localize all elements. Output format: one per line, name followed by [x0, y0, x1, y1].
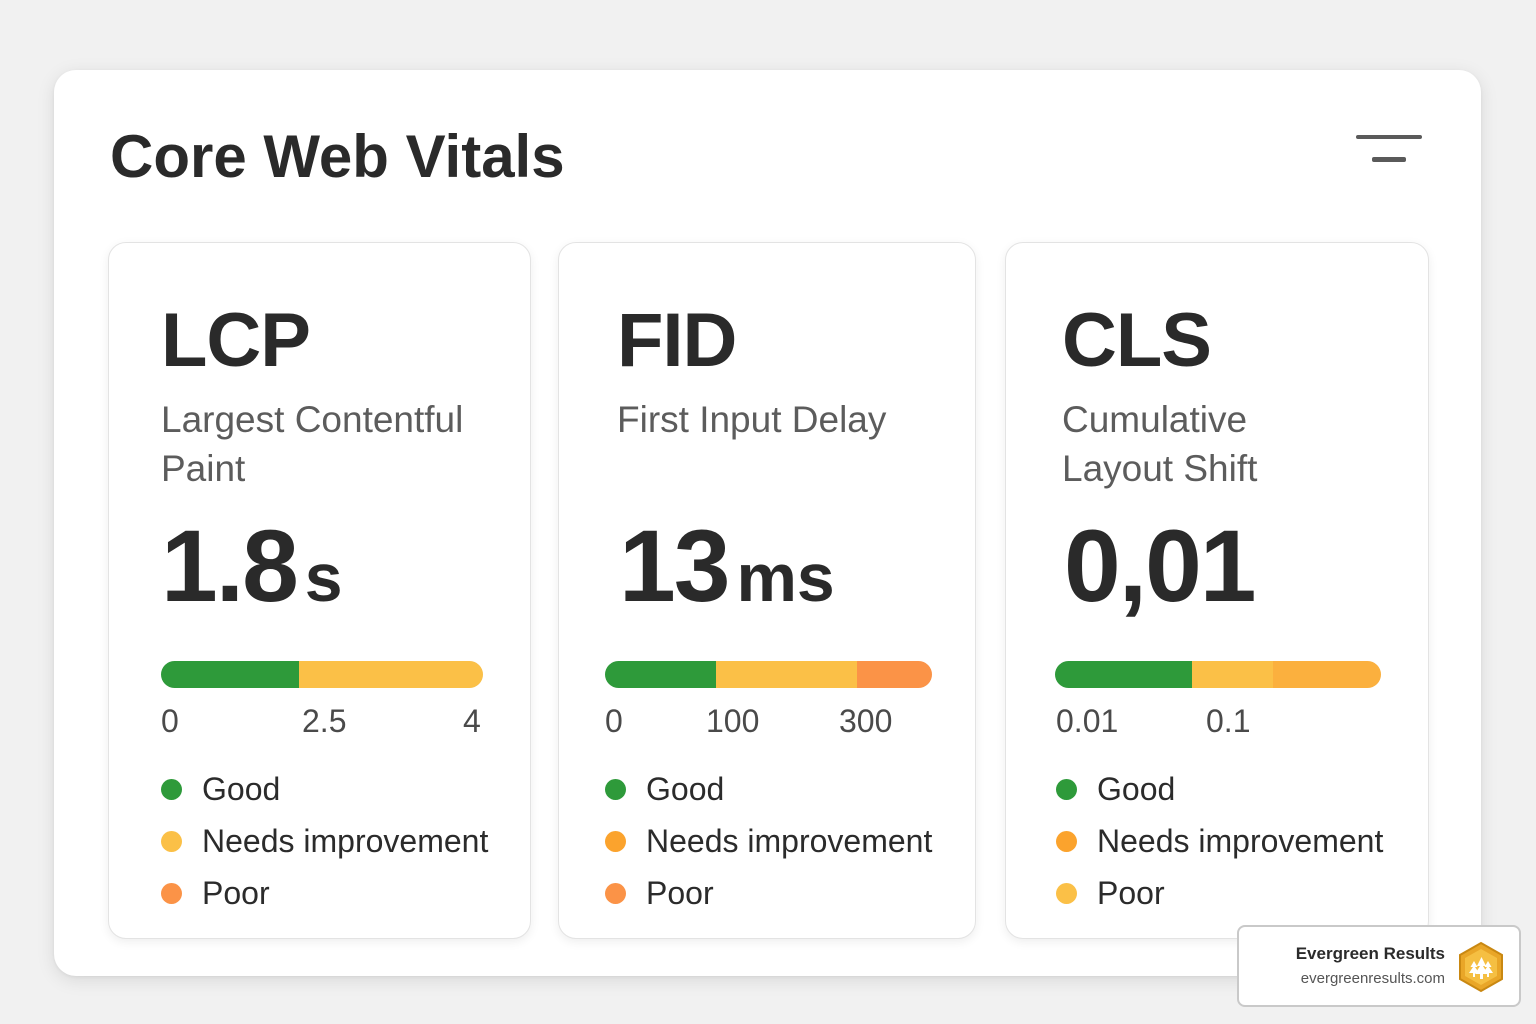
yellow-dot-icon [161, 830, 182, 852]
green-dot-icon [605, 778, 626, 800]
metric-number: 1.8 [161, 509, 299, 623]
metric-full-name: Largest Contentful Paint [161, 399, 464, 489]
brand-url: evergreenresults.com [1300, 970, 1445, 987]
tick-label: 0 [605, 703, 623, 739]
threshold-ticks: 0 2.5 4 [161, 701, 487, 741]
page-title: Core Web Vitals [110, 123, 565, 190]
tick-label: 0.01 [1056, 703, 1119, 739]
metric-full-name: Cumulative Layout Shift [1062, 399, 1258, 489]
threshold-segment-needs-improvement [299, 661, 483, 688]
orange-dot-icon [605, 830, 626, 852]
legend-item-good: Good [161, 763, 488, 815]
legend-item-needs-improvement: Needs improvement [1056, 815, 1383, 867]
legend-item-good: Good [605, 763, 932, 815]
orange-dot-icon [605, 882, 626, 904]
green-dot-icon [1056, 778, 1077, 800]
threshold-segment-good [1055, 661, 1192, 688]
threshold-segment-good [605, 661, 717, 688]
orange-dot-icon [161, 882, 182, 904]
metric-value: 1.8 s [161, 511, 343, 633]
threshold-segment-needs-improvement [716, 661, 857, 688]
legend-item-poor: Poor [161, 867, 488, 919]
legend-item-good: Good [1056, 763, 1383, 815]
metric-card-fid: FID First Input Delay 13 ms 0 100 300 Goo… [558, 242, 976, 939]
legend-label: Good [202, 771, 281, 807]
threshold-segment-needs-improvement [1191, 661, 1274, 688]
threshold-bar [605, 661, 932, 688]
threshold-segment-good [161, 661, 300, 688]
green-dot-icon [161, 778, 182, 800]
legend-label: Poor [202, 875, 270, 911]
metric-value: 13 ms [619, 511, 835, 633]
orange-dot-icon [1056, 830, 1077, 852]
legend-label: Needs improvement [1097, 823, 1384, 859]
metric-number: 0,01 [1064, 509, 1257, 623]
tick-label: 300 [839, 703, 893, 739]
tree-logo-icon [1459, 941, 1503, 993]
tick-label: 0 [161, 703, 179, 739]
legend: Good Needs improvement Poor [161, 763, 488, 919]
threshold-bar [1055, 661, 1381, 688]
legend-label: Needs improvement [202, 823, 489, 859]
threshold-bar [161, 661, 483, 688]
tick-label: 100 [706, 703, 760, 739]
metric-unit: ms [736, 540, 835, 616]
legend-item-poor: Poor [605, 867, 932, 919]
metric-abbreviation: CLS [1062, 298, 1212, 383]
metric-unit: s [304, 540, 343, 616]
legend: Good Needs improvement Poor [1056, 763, 1383, 919]
tick-label: 0.1 [1206, 703, 1251, 739]
filter-menu-button[interactable] [1350, 130, 1424, 170]
core-web-vitals-panel: Core Web Vitals LCP Largest Contentful P… [54, 70, 1481, 976]
metric-abbreviation: LCP [161, 298, 311, 383]
metric-card-cls: CLS Cumulative Layout Shift 0,01 0.01 0.… [1005, 242, 1429, 939]
metric-number: 13 [619, 509, 730, 623]
brand-name: Evergreen Results [1295, 944, 1445, 963]
threshold-ticks: 0 100 300 [605, 701, 935, 741]
legend-label: Good [646, 771, 725, 807]
legend: Good Needs improvement Poor [605, 763, 932, 919]
legend-item-needs-improvement: Needs improvement [161, 815, 488, 867]
legend-item-needs-improvement: Needs improvement [605, 815, 932, 867]
threshold-segment-poor [856, 661, 932, 688]
legend-label: Poor [1097, 875, 1165, 911]
legend-label: Poor [646, 875, 714, 911]
menu-icon [1356, 135, 1422, 139]
metric-full-name: First Input Delay [617, 399, 887, 440]
yellow-dot-icon [1056, 882, 1077, 904]
brand-badge[interactable]: Evergreen Results evergreenresults.com [1237, 925, 1521, 1007]
legend-item-poor: Poor [1056, 867, 1383, 919]
threshold-ticks: 0.01 0.1 [1056, 701, 1386, 741]
metric-card-lcp: LCP Largest Contentful Paint 1.8 s 0 2.5 … [108, 242, 531, 939]
threshold-segment-poor [1273, 661, 1381, 688]
tick-label: 2.5 [302, 703, 347, 739]
metric-value: 0,01 [1064, 511, 1263, 633]
legend-label: Needs improvement [646, 823, 933, 859]
legend-label: Good [1097, 771, 1176, 807]
tick-label: 4 [463, 703, 481, 739]
metric-abbreviation: FID [617, 298, 737, 383]
